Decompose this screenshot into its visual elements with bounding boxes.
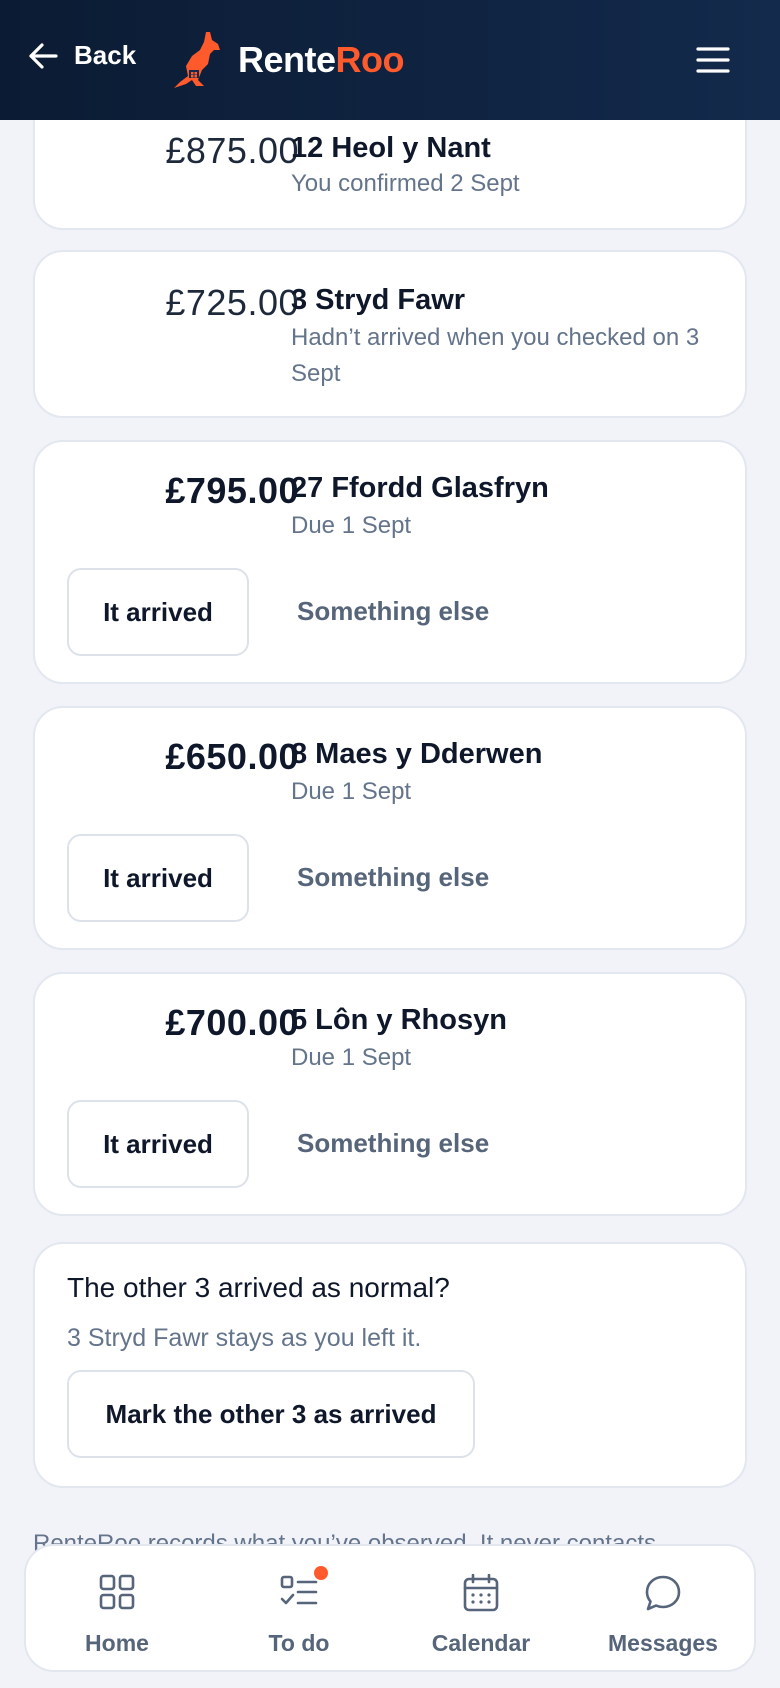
payment-status: You confirmed 2 Sept bbox=[291, 170, 520, 197]
payment-card: £650.00 8 Maes y Dderwen Due 1 Sept It a… bbox=[33, 706, 747, 950]
logo-text-part1: Rente bbox=[238, 39, 336, 80]
tab-messages[interactable]: Messages bbox=[572, 1546, 754, 1670]
menu-button[interactable] bbox=[696, 46, 730, 79]
payment-amount: £875.00 bbox=[165, 130, 299, 171]
tab-to-do[interactable]: To do bbox=[208, 1546, 390, 1670]
property-address: 12 Heol y Nant bbox=[291, 132, 491, 164]
mark-others-arrived-button[interactable]: Mark the other 3 as arrived bbox=[67, 1370, 475, 1458]
it-arrived-button[interactable]: It arrived bbox=[67, 834, 249, 922]
logo-text-part2: Roo bbox=[335, 39, 405, 80]
tab-label: To do bbox=[268, 1630, 330, 1656]
hamburger-menu-icon bbox=[696, 47, 730, 73]
tab-label: Calendar bbox=[431, 1630, 531, 1656]
payment-amount: £650.00 bbox=[165, 736, 299, 777]
app-header: Back RenteRoo bbox=[0, 0, 780, 120]
checklist-icon bbox=[280, 1575, 318, 1605]
calendar-icon bbox=[463, 1574, 499, 1612]
tab-calendar[interactable]: Calendar bbox=[390, 1546, 572, 1670]
bulk-confirm-card: The other 3 arrived as normal? 3 Stryd F… bbox=[33, 1242, 747, 1488]
payment-amount: £700.00 bbox=[165, 1002, 299, 1043]
bulk-confirm-title: The other 3 arrived as normal? bbox=[67, 1272, 450, 1303]
tab-label: Messages bbox=[608, 1630, 718, 1656]
payment-status: Due 1 Sept bbox=[291, 512, 412, 539]
logo-text: RenteRoo bbox=[238, 39, 405, 81]
something-else-button[interactable]: Something else bbox=[297, 862, 489, 893]
renteroo-logo[interactable]: RenteRoo bbox=[166, 30, 405, 90]
something-else-button[interactable]: Something else bbox=[297, 1128, 489, 1159]
back-label: Back bbox=[74, 40, 137, 70]
back-button[interactable]: Back bbox=[28, 40, 136, 71]
tab-home[interactable]: Home bbox=[26, 1546, 208, 1670]
payment-status: Due 1 Sept bbox=[291, 778, 412, 805]
payment-card: £795.00 27 Ffordd Glasfryn Due 1 Sept It… bbox=[33, 440, 747, 684]
property-address: 8 Maes y Dderwen bbox=[291, 738, 543, 770]
it-arrived-button[interactable]: It arrived bbox=[67, 1100, 249, 1188]
it-arrived-button[interactable]: It arrived bbox=[67, 568, 249, 656]
chat-bubble-icon bbox=[645, 1575, 681, 1611]
something-else-button[interactable]: Something else bbox=[297, 596, 489, 627]
notification-badge bbox=[314, 1566, 328, 1580]
arrow-left-icon bbox=[29, 42, 58, 69]
bottom-tab-bar: Home To do Calendar Messages bbox=[24, 1544, 756, 1672]
bulk-confirm-subtitle: 3 Stryd Fawr stays as you left it. bbox=[67, 1324, 422, 1352]
tab-label: Home bbox=[85, 1630, 149, 1656]
property-address: 3 Stryd Fawr bbox=[291, 284, 466, 316]
grid-icon bbox=[99, 1574, 135, 1610]
property-address: 27 Ffordd Glasfryn bbox=[291, 472, 549, 504]
payment-status: Due 1 Sept bbox=[291, 1044, 412, 1071]
kangaroo-logo-icon bbox=[174, 32, 220, 88]
payment-card: £700.00 5 Lôn y Rhosyn Due 1 Sept It arr… bbox=[33, 972, 747, 1216]
payment-status: Hadn’t arrived when you checked on 3 Sep… bbox=[291, 324, 700, 387]
payment-amount: £795.00 bbox=[165, 470, 299, 511]
payment-card: £725.00 3 Stryd Fawr Hadn’t arrived when… bbox=[33, 250, 747, 418]
property-address: 5 Lôn y Rhosyn bbox=[291, 1004, 507, 1036]
payment-amount: £725.00 bbox=[165, 282, 299, 323]
